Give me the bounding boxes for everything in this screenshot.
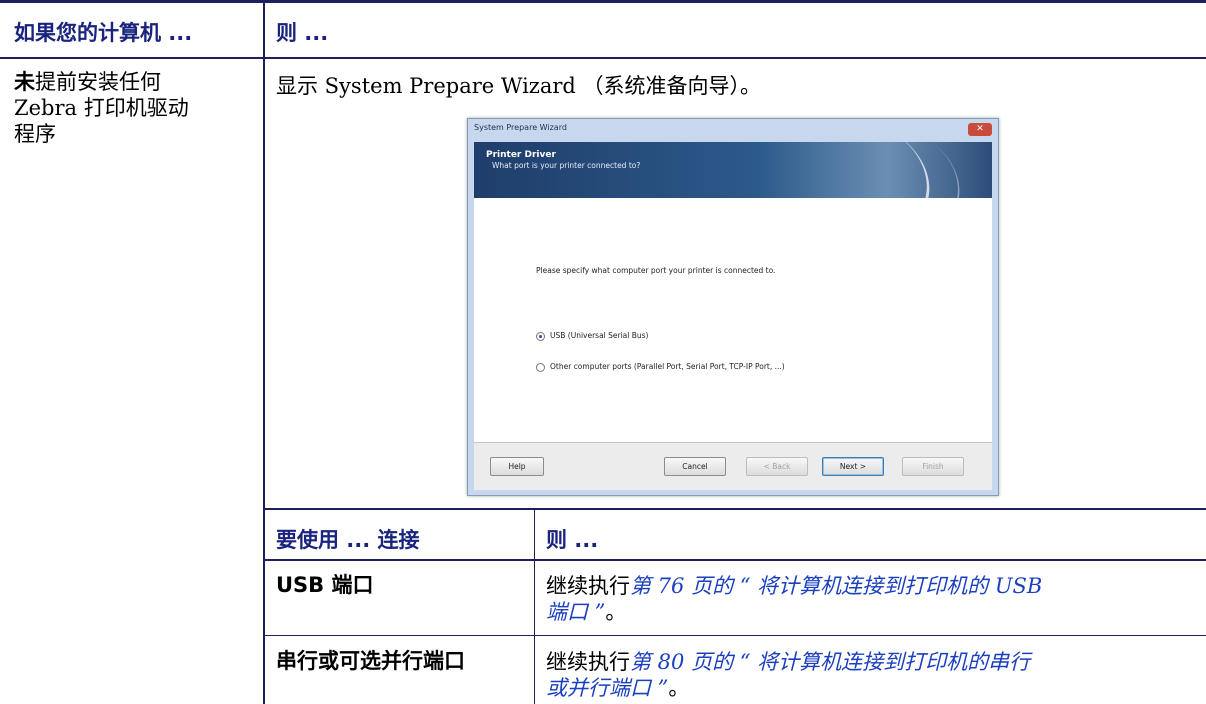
usb-prefix: 继续执行 [546, 574, 630, 598]
wizard-screenshot: System Prepare Wizard ✕ Printer Driver W… [467, 118, 999, 496]
cancel-button: Cancel [664, 457, 726, 476]
serial-suffix: 。 [668, 676, 690, 700]
banner-title: Printer Driver [486, 150, 556, 160]
port-usb: USB 端口 [276, 572, 374, 598]
subtable-header-col2: 则 ... [546, 528, 599, 552]
subtable-top-rule [263, 508, 1206, 510]
close-icon: ✕ [968, 123, 992, 136]
column-divider [263, 0, 265, 704]
port-usb-name: USB [276, 573, 325, 597]
port-usb-suffix: 端口 [324, 573, 374, 597]
header-col2: 则 ... [276, 21, 329, 45]
subtable-header-rule [263, 559, 1206, 561]
header-col1: 如果您的计算机 ... [14, 21, 193, 45]
action-text: 显示 System Prepare Wizard （系统准备向导）。 [276, 74, 762, 98]
usb-link-line2[interactable]: 端口 ” [546, 600, 605, 624]
option-other-label: Other computer ports (Parallel Port, Ser… [550, 362, 785, 371]
help-button: Help [490, 457, 544, 476]
wizard-footer: Help Cancel < Back Next > Finish [474, 442, 992, 490]
subtable-header-col1: 要使用 ... 连接 [276, 528, 420, 552]
wizard-body: Please specify what computer port your p… [474, 198, 992, 442]
serial-prefix: 继续执行 [546, 650, 630, 674]
condition-cell: 未提前安装任何 Zebra 打印机驱动 程序 [14, 69, 254, 147]
header-bottom-rule [0, 57, 1206, 59]
option-other-ports: Other computer ports (Parallel Port, Ser… [536, 362, 785, 372]
serial-instruction: 继续执行第 80 页的 “ 将计算机连接到打印机的串行 或并行端口 ”。 [546, 649, 1201, 701]
table-top-rule [0, 0, 1206, 3]
subtable-column-divider [534, 508, 535, 704]
option-usb-label: USB (Universal Serial Bus) [550, 331, 649, 340]
condition-emphasis: 未 [14, 70, 35, 94]
wizard-prompt: Please specify what computer port your p… [536, 266, 776, 275]
usb-instruction: 继续执行第 76 页的 “ 将计算机连接到打印机的 USB 端口 ”。 [546, 573, 1201, 625]
banner-subtitle: What port is your printer connected to? [492, 161, 641, 170]
wizard-banner: Printer Driver What port is your printer… [474, 142, 992, 198]
radio-selected-icon [536, 331, 545, 341]
port-serial: 串行或可选并行端口 [276, 649, 465, 673]
next-button: Next > [822, 457, 884, 476]
serial-link-line1[interactable]: 第 80 页的 “ 将计算机连接到打印机的串行 [630, 650, 1030, 674]
wizard-title: System Prepare Wizard [474, 123, 567, 132]
condition-line3: 程序 [14, 122, 56, 146]
option-usb: USB (Universal Serial Bus) [536, 331, 648, 341]
usb-suffix: 。 [605, 600, 627, 624]
back-button: < Back [746, 457, 808, 476]
condition-line1: 提前安装任何 [35, 70, 161, 94]
radio-unselected-icon [536, 362, 545, 372]
subtable-row-rule [263, 635, 1206, 636]
condition-line2: Zebra 打印机驱动 [14, 96, 189, 120]
serial-link-line2[interactable]: 或并行端口 ” [546, 676, 668, 700]
finish-button: Finish [902, 457, 964, 476]
usb-link-line1[interactable]: 第 76 页的 “ 将计算机连接到打印机的 USB [630, 574, 1042, 598]
document-table: 如果您的计算机 ... 则 ... 未提前安装任何 Zebra 打印机驱动 程序… [0, 0, 1206, 704]
